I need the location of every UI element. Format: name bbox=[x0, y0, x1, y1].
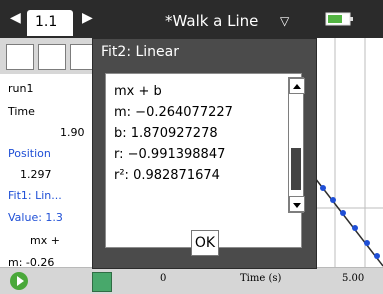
r-line: r: −0.991398847 bbox=[114, 147, 226, 162]
scroll-up-icon[interactable] bbox=[289, 78, 305, 94]
save-icon[interactable] bbox=[92, 272, 112, 292]
ok-button[interactable]: OK bbox=[191, 230, 219, 256]
tab-scroll-left-icon[interactable]: ◀ bbox=[10, 10, 21, 26]
data-point bbox=[364, 240, 370, 246]
graph-icon[interactable] bbox=[38, 44, 66, 70]
x-axis-label: Time (s) bbox=[240, 273, 282, 284]
play-icon[interactable] bbox=[10, 272, 28, 290]
status-bar: 0 Time (s) 5.00 bbox=[0, 267, 383, 294]
data-panel: run1 Time 1.90 Position 1.297 Fit1: Lin.… bbox=[0, 74, 99, 269]
scroll-thumb[interactable] bbox=[291, 148, 301, 190]
document-title: *Walk a Line bbox=[165, 12, 259, 30]
clock-icon[interactable] bbox=[6, 44, 34, 70]
position-label: Position bbox=[8, 147, 51, 160]
page-tab[interactable]: 1.1 bbox=[27, 10, 73, 36]
dialog-scrollbar[interactable] bbox=[288, 77, 305, 213]
fit-dialog: Fit2: Linear mx + b m: −0.264077227 b: 1… bbox=[92, 38, 317, 269]
dialog-content: mx + b m: −0.264077227 b: 1.870927278 r:… bbox=[105, 73, 302, 248]
m-line: m: −0.264077227 bbox=[114, 105, 233, 120]
battery-icon bbox=[325, 12, 353, 26]
time-value: 1.90 bbox=[60, 126, 85, 139]
dialog-title: Fit2: Linear bbox=[101, 44, 179, 60]
top-toolbar: ◀ 1.1 ▶ *Walk a Line ▽ bbox=[0, 0, 383, 38]
fit-results: mx + b m: −0.264077227 b: 1.870927278 r:… bbox=[114, 84, 233, 189]
scroll-down-icon[interactable] bbox=[289, 196, 305, 212]
run-label: run1 bbox=[8, 82, 34, 95]
data-point bbox=[330, 197, 336, 203]
title-menu-chevron-icon[interactable]: ▽ bbox=[280, 14, 289, 28]
data-point bbox=[374, 253, 380, 259]
b-line: b: 1.870927278 bbox=[114, 126, 218, 141]
fit-label: Fit1: Lin... bbox=[8, 189, 62, 202]
page-tab-label: 1.1 bbox=[35, 14, 58, 30]
equation-line: mx + b bbox=[114, 84, 162, 99]
equation-short: mx + bbox=[30, 234, 60, 247]
data-point bbox=[340, 210, 346, 216]
r2-line: r²: 0.982871674 bbox=[114, 168, 220, 183]
plot-area bbox=[315, 38, 383, 267]
data-point bbox=[352, 225, 358, 231]
position-value: 1.297 bbox=[20, 168, 52, 181]
data-point bbox=[320, 185, 326, 191]
x-axis-min-label: 0 bbox=[160, 273, 167, 284]
tab-scroll-right-icon[interactable]: ▶ bbox=[82, 10, 93, 26]
time-label: Time bbox=[8, 105, 35, 118]
x-axis-max-label: 5.00 bbox=[342, 273, 365, 284]
value-line: Value: 1.3 bbox=[8, 211, 63, 224]
